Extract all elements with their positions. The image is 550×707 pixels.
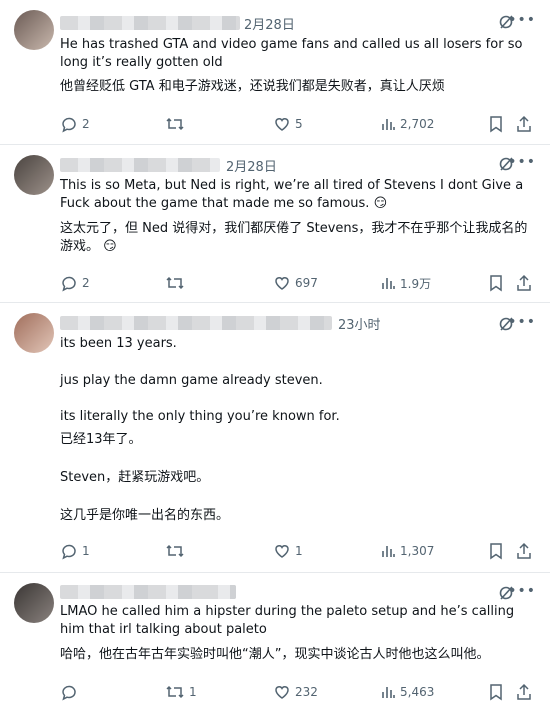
retweet-icon (165, 115, 185, 133)
share-icon (516, 683, 532, 701)
heart-icon (273, 274, 291, 292)
share-button[interactable] (516, 273, 532, 293)
tweet-translation-line: 已经13年了。 (60, 432, 142, 447)
reply-button[interactable] (60, 682, 82, 702)
like-count: 697 (295, 276, 318, 290)
views-button[interactable]: 1.9万 (380, 273, 431, 293)
reply-icon (60, 683, 78, 701)
like-button[interactable]: 1 (273, 541, 303, 561)
tweet-text: LMAO he called him a hipster during the … (60, 604, 515, 637)
reply-count: 2 (82, 276, 90, 290)
reply-button[interactable]: 1 (60, 541, 90, 561)
retweet-button[interactable] (165, 541, 189, 561)
reply-button[interactable]: 2 (60, 114, 90, 134)
retweet-button[interactable]: 1 (165, 682, 197, 702)
reply-count: 1 (82, 544, 90, 558)
views-icon (380, 116, 396, 132)
more-icon[interactable]: ••• (508, 154, 536, 170)
more-icon[interactable]: ••• (508, 314, 536, 330)
like-button[interactable]: 697 (273, 273, 318, 293)
tweet-date[interactable]: 23小时 (338, 314, 381, 333)
bookmark-icon (488, 683, 504, 701)
heart-icon (273, 683, 291, 701)
retweet-count: 1 (189, 685, 197, 699)
retweet-button[interactable] (165, 114, 189, 134)
tweet-1[interactable]: 2月28日 ••• He has trashed GTA and video g… (0, 0, 550, 145)
more-icon[interactable]: ••• (508, 12, 536, 28)
views-button[interactable]: 1,307 (380, 541, 434, 561)
user-name-redacted[interactable] (60, 16, 240, 30)
reply-icon (60, 115, 78, 133)
reply-count: 2 (82, 117, 90, 131)
views-count: 5,463 (400, 685, 435, 699)
reply-icon (60, 274, 78, 292)
reply-button[interactable]: 2 (60, 273, 90, 293)
tweet-translation-line: Steven，赶紧玩游戏吧。 (60, 470, 210, 485)
share-icon (516, 274, 532, 292)
views-count: 2,702 (400, 117, 435, 131)
views-count: 1.9万 (400, 276, 432, 291)
views-icon (380, 275, 396, 291)
more-icon[interactable]: ••• (508, 583, 536, 599)
share-icon (516, 542, 532, 560)
like-button[interactable]: 232 (273, 682, 318, 702)
share-button[interactable] (516, 541, 532, 561)
views-icon (380, 543, 396, 559)
tweet-actions: 2 697 1.9万 (60, 273, 536, 293)
tweet-text-line: its literally the only thing you’re know… (60, 409, 340, 424)
bookmark-button[interactable] (488, 273, 504, 293)
bookmark-icon (488, 115, 504, 133)
views-button[interactable]: 2,702 (380, 114, 434, 134)
tweet-2[interactable]: 2月28日 ••• This is so Meta, but Ned is ri… (0, 145, 550, 303)
user-name-redacted[interactable] (60, 316, 332, 330)
tweet-text: He has trashed GTA and video game fans a… (60, 37, 523, 70)
share-button[interactable] (516, 114, 532, 134)
avatar[interactable] (14, 583, 54, 623)
share-button[interactable] (516, 682, 532, 702)
bookmark-icon (488, 274, 504, 292)
retweet-icon (165, 274, 185, 292)
tweet-3[interactable]: 23小时 ••• its been 13 years. jus play the… (0, 303, 550, 573)
tweet-actions: 1 232 5,463 (60, 682, 536, 702)
tweet-date[interactable]: 2月28日 (226, 156, 277, 175)
tweet-actions: 1 1 1,307 (60, 541, 536, 561)
avatar[interactable] (14, 10, 54, 50)
tweet-text-line: its been 13 years. (60, 336, 177, 351)
retweet-icon (165, 683, 185, 701)
views-icon (380, 684, 396, 700)
views-count: 1,307 (400, 544, 435, 558)
user-name-redacted[interactable] (60, 158, 220, 172)
tweet-translation: 他曾经贬低 GTA 和电子游戏迷，还说我们都是失败者，真让人厌烦 (60, 79, 445, 94)
tweet-date[interactable]: 2月28日 (244, 14, 295, 33)
like-count: 232 (295, 685, 318, 699)
tweet-translation: 哈哈，他在古年古年实验时叫他“潮人”，现实中谈论古人时他也这么叫他。 (60, 647, 490, 662)
tweet-translation-line: 这几乎是你唯一出名的东西。 (60, 508, 230, 523)
heart-icon (273, 542, 291, 560)
bookmark-button[interactable] (488, 541, 504, 561)
like-count: 5 (295, 117, 303, 131)
tweet-4[interactable]: ••• LMAO he called him a hipster during … (0, 573, 550, 707)
reply-icon (60, 542, 78, 560)
tweet-text-line: jus play the damn game already steven. (60, 373, 323, 388)
user-handle-redacted[interactable] (200, 585, 236, 599)
share-icon (516, 115, 532, 133)
heart-icon (273, 115, 291, 133)
like-count: 1 (295, 544, 303, 558)
retweet-button[interactable] (165, 273, 189, 293)
avatar[interactable] (14, 313, 54, 353)
views-button[interactable]: 5,463 (380, 682, 434, 702)
bookmark-button[interactable] (488, 114, 504, 134)
tweet-actions: 2 5 2,702 (60, 114, 536, 134)
bookmark-button[interactable] (488, 682, 504, 702)
retweet-icon (165, 542, 185, 560)
avatar[interactable] (14, 155, 54, 195)
like-button[interactable]: 5 (273, 114, 303, 134)
bookmark-icon (488, 542, 504, 560)
tweet-translation: 这太元了，但 Ned 说得对，我们都厌倦了 Stevens，我才不在乎那个让我成… (60, 221, 528, 254)
tweet-text: This is so Meta, but Ned is right, we’re… (60, 178, 524, 211)
